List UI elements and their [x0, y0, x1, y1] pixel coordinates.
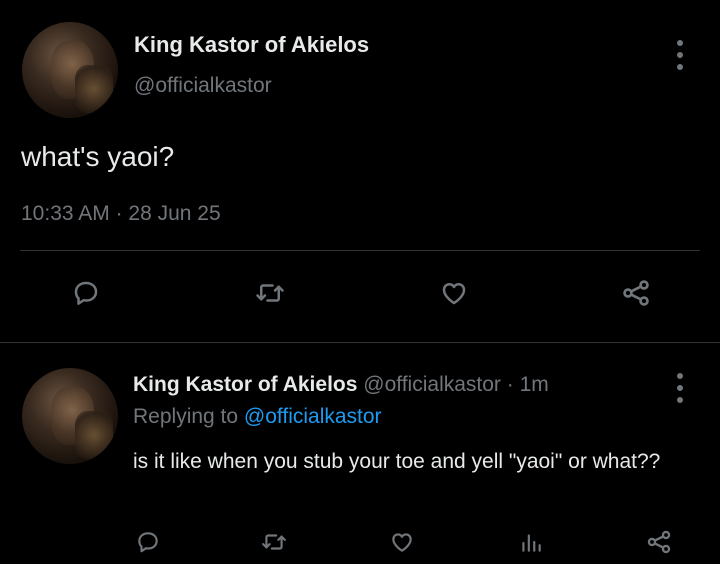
- tweet-timestamp[interactable]: 10:33 AM · 28 Jun 25: [21, 202, 221, 226]
- replying-to-mention[interactable]: @officialkastor: [244, 405, 382, 428]
- reply-button[interactable]: [64, 271, 108, 315]
- reply-icon: [74, 281, 98, 305]
- retweet-icon: [256, 284, 284, 302]
- retweet-icon: [262, 534, 286, 550]
- views-button[interactable]: [509, 520, 553, 564]
- share-icon: [623, 280, 649, 306]
- divider: [20, 250, 700, 251]
- retweet-button[interactable]: [248, 271, 292, 315]
- divider: [0, 342, 720, 343]
- author-display-name[interactable]: King Kastor of Akielos: [133, 373, 357, 396]
- more-options-icon[interactable]: [676, 40, 684, 70]
- author-handle[interactable]: @officialkastor: [363, 373, 501, 396]
- more-dot: [677, 385, 683, 391]
- avatar[interactable]: [22, 22, 118, 118]
- retweet-button[interactable]: [252, 520, 296, 564]
- more-dot: [677, 40, 683, 46]
- author-display-name[interactable]: King Kastor of Akielos: [134, 32, 369, 58]
- meta-separator: ·: [115, 202, 123, 225]
- replying-to-line: Replying to @officialkastor: [133, 405, 382, 429]
- replying-to-label: Replying to: [133, 405, 239, 428]
- views-icon: [522, 534, 541, 552]
- avatar[interactable]: [22, 368, 118, 464]
- meta-separator: ·: [506, 373, 514, 396]
- like-icon: [442, 283, 466, 305]
- tweet-text: what's yaoi?: [21, 141, 175, 172]
- like-button[interactable]: [380, 520, 424, 564]
- avatar-image-detail: [74, 65, 114, 114]
- tweet-time[interactable]: 1m: [520, 373, 549, 396]
- tweet-time: 10:33 AM: [21, 202, 110, 225]
- avatar-image-detail: [74, 411, 114, 460]
- reply-header: King Kastor of Akielos @officialkastor ·…: [133, 373, 549, 397]
- like-button[interactable]: [432, 271, 476, 315]
- like-icon: [392, 533, 412, 552]
- more-options-icon[interactable]: [676, 373, 684, 403]
- tweet-text: is it like when you stub your toe and ye…: [133, 450, 661, 473]
- share-icon: [647, 530, 671, 554]
- more-dot: [677, 373, 683, 379]
- more-dot: [677, 52, 683, 58]
- author-handle[interactable]: @officialkastor: [134, 74, 272, 98]
- more-dot: [677, 64, 683, 70]
- reply-icon: [138, 532, 158, 553]
- more-dot: [677, 397, 683, 403]
- share-button[interactable]: [637, 520, 681, 564]
- share-button[interactable]: [614, 271, 658, 315]
- reply-button[interactable]: [126, 520, 170, 564]
- tweet-date: 28 Jun 25: [128, 202, 221, 225]
